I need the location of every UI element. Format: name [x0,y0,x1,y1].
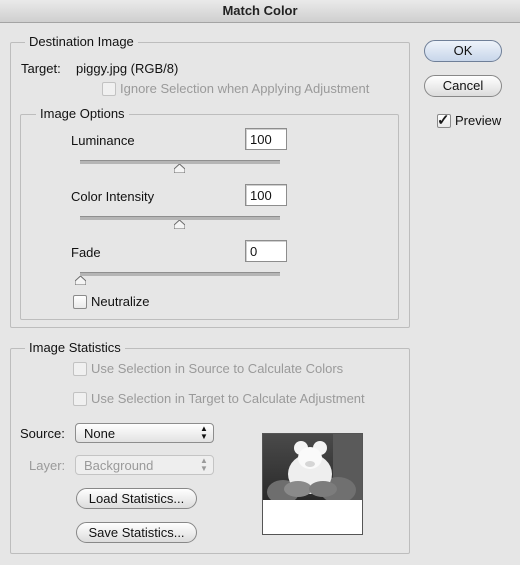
luminance-value: 100 [250,132,272,147]
fade-value: 0 [250,244,258,259]
save-statistics-button[interactable]: Save Statistics... [76,522,197,543]
window-title: Match Color [0,0,520,23]
source-label: Source: [20,426,65,441]
preview-checkbox[interactable]: ✓ [437,112,451,129]
layer-select[interactable]: Background ▲ ▼ [75,455,214,475]
color-intensity-input[interactable]: 100 [245,184,287,206]
use-target-selection-label: Use Selection in Target to Calculate Adj… [91,391,365,406]
ignore-selection-checkbox[interactable] [102,82,116,96]
select-arrows-icon: ▲ ▼ [200,424,208,441]
color-intensity-value: 100 [250,188,272,203]
match-color-dialog: Match Color OK Cancel ✓ Preview Destinat… [0,0,520,565]
source-select-value: None [84,426,116,441]
luminance-slider-thumb[interactable] [174,164,185,173]
neutralize-label: Neutralize [91,294,150,309]
use-source-selection-label: Use Selection in Source to Calculate Col… [91,361,344,376]
ok-button-label: OK [453,43,473,58]
image-statistics-legend: Image Statistics [25,340,125,355]
ok-button[interactable]: OK [424,40,502,62]
target-value: piggy.jpg (RGB/8) [76,61,179,76]
cancel-button-label: Cancel [442,78,484,93]
use-target-selection-checkbox[interactable] [73,392,87,406]
select-arrows-icon: ▲ ▼ [200,456,208,473]
destination-image-legend: Destination Image [25,34,138,49]
source-select[interactable]: None ▲ ▼ [75,423,214,443]
load-statistics-button[interactable]: Load Statistics... [76,488,197,509]
checkmark-icon: ✓ [437,112,450,129]
source-thumbnail [262,433,363,535]
color-intensity-label: Color Intensity [71,189,155,204]
target-label: Target: [21,61,61,76]
image-options-legend: Image Options [36,106,129,121]
use-source-selection-checkbox[interactable] [73,362,87,376]
cancel-button[interactable]: Cancel [424,75,502,97]
neutralize-checkbox[interactable] [73,295,87,309]
luminance-input[interactable]: 100 [245,128,287,150]
piggy-thumbnail-image [263,434,362,500]
fade-label: Fade [71,245,101,260]
layer-select-value: Background [84,458,154,473]
fade-input[interactable]: 0 [245,240,287,262]
save-statistics-label: Save Statistics... [88,525,185,540]
ignore-selection-label: Ignore Selection when Applying Adjustmen… [120,81,370,96]
load-statistics-label: Load Statistics... [88,491,185,506]
color-intensity-slider-thumb[interactable] [174,220,185,229]
preview-label: Preview [455,113,502,128]
luminance-label: Luminance [71,133,135,148]
layer-label: Layer: [29,458,66,473]
fade-slider-thumb[interactable] [75,276,86,285]
fade-slider-track[interactable] [80,272,280,276]
